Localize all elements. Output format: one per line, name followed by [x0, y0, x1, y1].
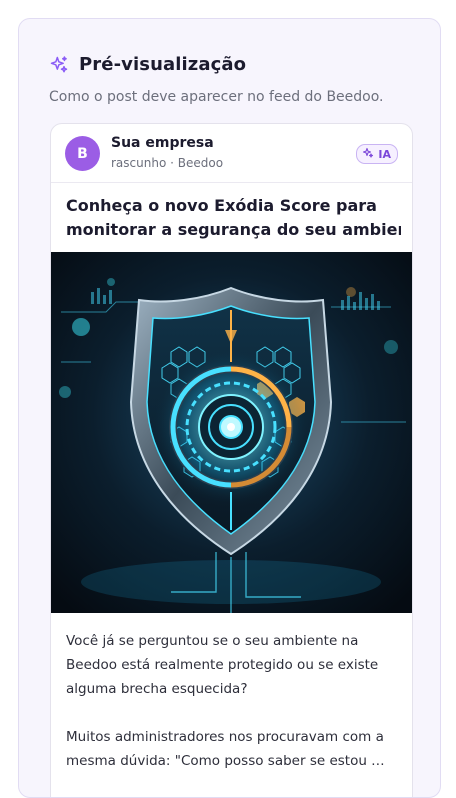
post-body: Você já se perguntou se o seu ambiente n… — [66, 629, 401, 773]
post-meta: rascunho · Beedoo — [111, 156, 224, 170]
ai-badge-label: IA — [378, 147, 391, 161]
sparkles-icon — [49, 55, 69, 75]
ai-badge: IA — [356, 144, 398, 164]
avatar: B — [65, 136, 100, 171]
post-body-line: Muitos administradores nos procuravam co… — [66, 729, 384, 745]
preview-header: Pré-visualização — [49, 54, 246, 75]
post-title-line: monitorar a segurança do seu ambien… — [66, 220, 401, 239]
post-card: B Sua empresa rascunho · Beedoo IA Conhe… — [50, 123, 413, 797]
post-body-line: Beedoo está realmente protegido ou se ex… — [66, 657, 379, 673]
post-title-line: Conheça o novo Exódia Score para — [66, 196, 377, 215]
sparkles-icon — [362, 147, 374, 162]
post-body-line: Você já se perguntou se o seu ambiente n… — [66, 633, 359, 649]
post-header: B Sua empresa rascunho · Beedoo IA — [51, 124, 412, 183]
post-body-line: alguma brecha esquecida? — [66, 681, 248, 697]
preview-panel: Pré-visualização Como o post deve aparec… — [18, 18, 441, 798]
cyber-shield-image — [51, 252, 412, 613]
post-body-line: mesma dúvida: "Como posso saber se estou… — [66, 753, 385, 769]
post-title: Conheça o novo Exódia Score para monitor… — [66, 194, 401, 242]
author-name: Sua empresa — [111, 135, 214, 151]
preview-subtitle: Como o post deve aparecer no feed do Bee… — [49, 89, 384, 105]
preview-title: Pré-visualização — [79, 54, 247, 75]
